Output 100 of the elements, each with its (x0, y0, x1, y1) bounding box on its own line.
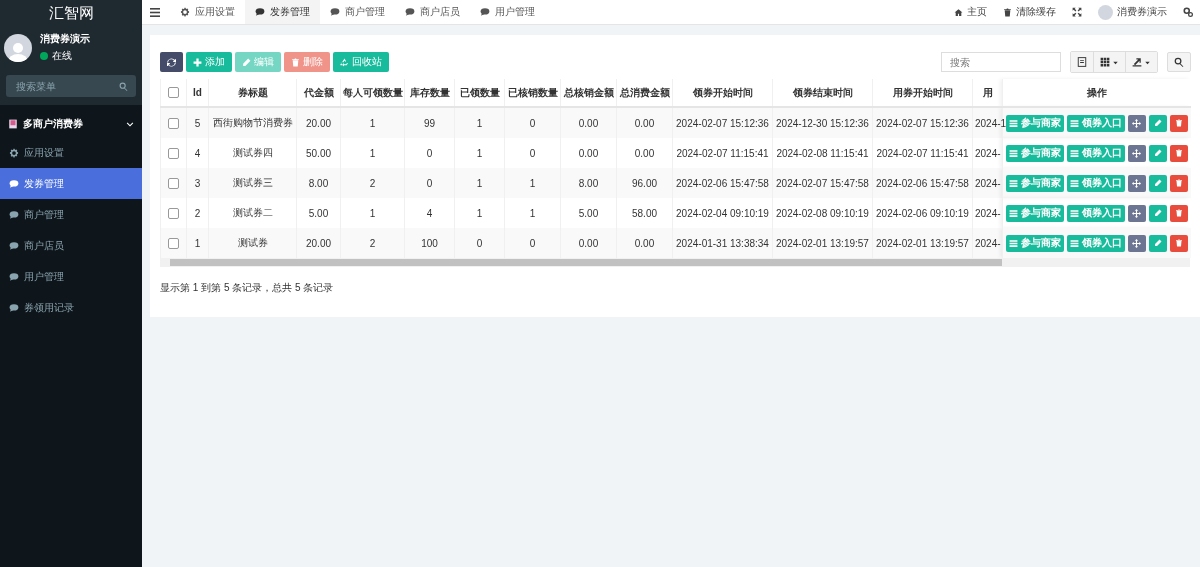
table-cell: 1 (369, 207, 376, 219)
refresh-button[interactable] (160, 52, 183, 72)
chat-bubble-icon (9, 240, 19, 251)
table-cell: 4 (194, 147, 201, 159)
nav-link[interactable]: 主页 (945, 5, 995, 19)
delete-button[interactable] (1169, 234, 1188, 252)
table-cell: 测试券二 (232, 207, 273, 218)
table-cell: 58.00 (632, 207, 657, 219)
table-cell: 0.00 (634, 147, 655, 159)
trash-icon (291, 57, 300, 67)
table-cell: 2024- (975, 207, 1001, 219)
table-cell: 2024-02-08 09:10:19 (776, 207, 869, 219)
table-cell: 5 (194, 117, 201, 129)
drag-button[interactable] (1127, 204, 1146, 222)
table-cell: 2024-12-30 15:12:36 (776, 117, 869, 129)
chat-bubble-icon (330, 7, 340, 17)
chat-bubble-icon (9, 302, 19, 313)
row-checkbox[interactable] (168, 147, 179, 159)
table-cell: 5.00 (578, 207, 599, 219)
table-cell: 2024-02-07 15:12:36 (876, 117, 969, 129)
drag-button[interactable] (1127, 174, 1146, 192)
nav-tab[interactable]: 用户管理 (470, 0, 545, 24)
drag-button[interactable] (1127, 144, 1146, 162)
table-cell: 2024-02-01 13:19:57 (876, 237, 969, 249)
edit-button[interactable] (1148, 114, 1167, 132)
table-cell: 2024-02-06 09:10:19 (876, 207, 969, 219)
table-cell: 2024-1 (975, 117, 1007, 129)
search-icon (119, 81, 128, 91)
table-cell: 西街购物节消费券 (212, 117, 293, 128)
list-icon (1069, 208, 1079, 218)
export-icon (1131, 57, 1142, 67)
table-cell: 测试券三 (232, 177, 273, 188)
toggle-button[interactable] (1070, 52, 1093, 72)
row-checkbox[interactable] (168, 117, 179, 129)
export-button[interactable] (1124, 52, 1157, 72)
table-cell: 2024-01-31 13:38:34 (676, 237, 769, 249)
edit-button[interactable] (1148, 144, 1167, 162)
delete-button[interactable] (1169, 174, 1188, 192)
table-cell: 0 (529, 147, 536, 159)
table-cell: 2024-02-07 15:47:58 (776, 177, 869, 189)
edit-button[interactable] (1148, 174, 1167, 192)
pencil-icon (1153, 239, 1162, 247)
table-cell: 2024-02-06 15:47:58 (676, 177, 769, 189)
table-cell: 2024- (975, 147, 1001, 159)
trash-icon (1002, 7, 1012, 17)
chat-bubble-icon (9, 209, 19, 220)
table-cell: 96.00 (632, 177, 657, 189)
pencil-icon (1153, 209, 1162, 217)
row-checkbox[interactable] (168, 207, 179, 219)
row-checkbox[interactable] (168, 177, 179, 189)
delete-button[interactable] (1169, 204, 1188, 222)
sidebar-item[interactable]: 用户管理 (0, 261, 142, 292)
sidebar-item[interactable]: 应用设置 (0, 137, 142, 168)
menu-icon[interactable] (150, 7, 160, 17)
sidebar-item[interactable]: 商户管理 (0, 199, 142, 230)
search-button[interactable] (1166, 52, 1191, 72)
book-icon (8, 119, 18, 129)
menu-search-field[interactable]: 搜索菜单 (6, 75, 136, 97)
columns-button[interactable] (1092, 52, 1125, 72)
plus-icon (193, 57, 202, 67)
table-cell: 2024-02-06 15:47:58 (876, 177, 969, 189)
table-cell: 2 (194, 207, 201, 219)
sidebar-item[interactable]: 券领用记录 (0, 292, 142, 323)
user-menu[interactable]: 消费券演示 (1089, 4, 1175, 20)
table-cell: 8.00 (578, 177, 599, 189)
sidebar-item[interactable]: 发券管理 (0, 168, 142, 199)
recycle-icon (340, 57, 349, 67)
nav-tab[interactable]: 发券管理 (245, 0, 320, 24)
table-cell: 99 (423, 117, 436, 129)
grid-icon (1099, 57, 1110, 67)
sidebar-item[interactable]: 商户店员 (0, 230, 142, 261)
brand-logo[interactable]: 汇智网 (0, 0, 142, 26)
drag-button[interactable] (1127, 234, 1146, 252)
table-cell: 2024-02-07 15:12:36 (676, 117, 769, 129)
menu-group[interactable]: 多商户消费券 (0, 111, 142, 137)
chat-bubble-icon (9, 178, 19, 189)
list-icon (1008, 208, 1018, 218)
edit-button[interactable] (1148, 234, 1167, 252)
table-cell: 1 (194, 237, 201, 249)
table-cell: 1 (476, 117, 483, 129)
nav-tab[interactable]: 商户店员 (395, 0, 470, 24)
select-all-checkbox[interactable] (168, 87, 179, 99)
table-cell: 0 (476, 237, 483, 249)
nav-tab[interactable]: 应用设置 (170, 0, 245, 24)
search-field[interactable]: 搜索 (940, 52, 1061, 72)
table-cell: 2024-02-07 11:15:41 (676, 147, 769, 159)
table-cell: 1 (529, 207, 536, 219)
nav-link[interactable]: 清除缓存 (994, 5, 1064, 19)
refresh-icon (167, 57, 176, 67)
edit-button[interactable] (1148, 204, 1167, 222)
table-cell: 0.00 (578, 147, 599, 159)
row-checkbox[interactable] (168, 237, 179, 249)
trash-icon (1174, 119, 1183, 127)
table-cell: 2024-02-07 11:15:41 (876, 147, 969, 159)
delete-button[interactable] (1169, 144, 1188, 162)
delete-button[interactable] (1169, 114, 1188, 132)
table-cell: 2024-02-01 13:19:57 (776, 237, 869, 249)
drag-button[interactable] (1127, 114, 1146, 132)
nav-tab[interactable]: 商户管理 (320, 0, 395, 24)
horizontal-scrollbar[interactable] (160, 258, 1190, 267)
